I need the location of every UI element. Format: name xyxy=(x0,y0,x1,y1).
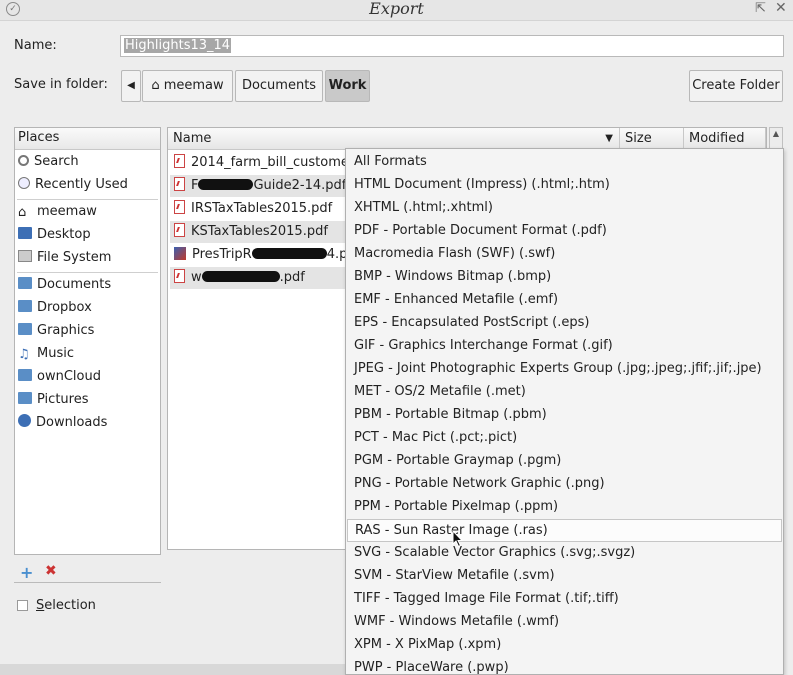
name-value: Highlights13_14 xyxy=(124,38,232,53)
name-label: Name: xyxy=(14,38,57,53)
camera-icon xyxy=(18,392,32,404)
close-icon[interactable]: ✕ xyxy=(775,0,787,16)
name-input[interactable]: Highlights13_14 xyxy=(120,35,784,57)
redaction-mark xyxy=(251,248,327,259)
selection-label: Selection xyxy=(36,598,96,613)
pdf-file-icon xyxy=(174,177,185,191)
image-file-icon xyxy=(174,247,186,260)
format-option[interactable]: EPS - Encapsulated PostScript (.eps) xyxy=(346,311,783,334)
format-option[interactable]: PDF - Portable Document Format (.pdf) xyxy=(346,219,783,242)
place-owncloud[interactable]: ownCloud xyxy=(18,367,158,387)
folder-icon xyxy=(18,369,32,381)
status-strip xyxy=(0,664,345,675)
format-option[interactable]: Macromedia Flash (SWF) (.swf) xyxy=(346,242,783,265)
folder-icon xyxy=(18,277,32,289)
format-option[interactable]: PGM - Portable Graymap (.pgm) xyxy=(346,449,783,472)
format-option[interactable]: PCT - Mac Pict (.pct;.pict) xyxy=(346,426,783,449)
format-option[interactable]: PBM - Portable Bitmap (.pbm) xyxy=(346,403,783,426)
crumb-label: meemaw xyxy=(163,78,224,93)
crumb-meemaw[interactable]: ⌂ meemaw xyxy=(142,70,233,102)
file-type-dropdown-list[interactable]: All Formats HTML Document (Impress) (.ht… xyxy=(345,148,784,675)
format-option[interactable]: PNG - Portable Network Graphic (.png) xyxy=(346,472,783,495)
format-option[interactable]: BMP - Windows Bitmap (.bmp) xyxy=(346,265,783,288)
desktop-icon xyxy=(18,227,32,239)
search-icon xyxy=(18,155,29,166)
format-option[interactable]: GIF - Graphics Interchange Format (.gif) xyxy=(346,334,783,357)
clock-icon xyxy=(18,177,30,189)
format-option[interactable]: HTML Document (Impress) (.html;.htm) xyxy=(346,173,783,196)
scroll-up-button[interactable]: ▲ xyxy=(769,127,783,149)
format-option[interactable]: XPM - X PixMap (.xpm) xyxy=(346,633,783,656)
format-option-hovered[interactable]: RAS - Sun Raster Image (.ras) xyxy=(347,519,782,542)
place-downloads[interactable]: Downloads xyxy=(18,413,158,433)
format-option[interactable]: WMF - Windows Metafile (.wmf) xyxy=(346,610,783,633)
format-option[interactable]: MET - OS/2 Metafile (.met) xyxy=(346,380,783,403)
place-music[interactable]: ♫ Music xyxy=(18,344,158,364)
column-header-size[interactable]: Size xyxy=(620,128,684,150)
divider xyxy=(14,582,161,583)
place-desktop[interactable]: Desktop xyxy=(18,225,158,245)
folder-icon xyxy=(18,323,32,335)
remove-place-icon[interactable]: ✖ xyxy=(45,563,57,579)
home-icon: ⌂ xyxy=(151,78,160,93)
music-icon: ♫ xyxy=(18,347,30,362)
pdf-file-icon xyxy=(174,269,185,283)
place-search[interactable]: Search xyxy=(18,152,158,172)
crumb-work[interactable]: Work xyxy=(325,70,370,102)
create-folder-button[interactable]: Create Folder xyxy=(689,70,783,102)
place-meemaw[interactable]: ⌂ meemaw xyxy=(18,202,158,222)
crumb-documents[interactable]: Documents xyxy=(235,70,323,102)
sort-down-icon: ▼ xyxy=(605,133,613,144)
format-option[interactable]: PPM - Portable Pixelmap (.ppm) xyxy=(346,495,783,518)
selection-checkbox[interactable] xyxy=(17,600,28,611)
back-arrow-button[interactable]: ◀ xyxy=(121,70,141,102)
places-header[interactable]: Places xyxy=(15,128,160,150)
format-option[interactable]: JPEG - Joint Photographic Experts Group … xyxy=(346,357,783,380)
place-file-system[interactable]: File System xyxy=(18,248,158,268)
pdf-file-icon xyxy=(174,200,185,214)
format-option[interactable]: All Formats xyxy=(346,150,783,173)
place-dropbox[interactable]: Dropbox xyxy=(18,298,158,318)
places-separator xyxy=(17,199,158,200)
home-icon: ⌂ xyxy=(18,205,27,220)
window-title: Export xyxy=(369,0,424,18)
place-documents[interactable]: Documents xyxy=(18,275,158,295)
drive-icon xyxy=(18,250,32,262)
format-option[interactable]: PWP - PlaceWare (.pwp) xyxy=(346,656,783,674)
format-option[interactable]: SVG - Scalable Vector Graphics (.svg;.sv… xyxy=(346,541,783,564)
pdf-file-icon xyxy=(174,154,185,168)
format-option[interactable]: TIFF - Tagged Image File Format (.tif;.t… xyxy=(346,587,783,610)
save-in-label: Save in folder: xyxy=(14,77,108,92)
add-place-icon[interactable]: + xyxy=(20,563,33,582)
column-header-modified[interactable]: Modified xyxy=(684,128,766,150)
column-header-name[interactable]: Name ▼ xyxy=(168,128,620,150)
redaction-mark xyxy=(198,179,254,190)
format-option[interactable]: SVM - StarView Metafile (.svm) xyxy=(346,564,783,587)
place-graphics[interactable]: Graphics xyxy=(18,321,158,341)
places-separator xyxy=(17,272,158,273)
restore-icon[interactable]: ⇱ xyxy=(755,1,766,16)
pdf-file-icon xyxy=(174,223,185,237)
folder-icon xyxy=(18,300,32,312)
place-pictures[interactable]: Pictures xyxy=(18,390,158,410)
place-recently-used[interactable]: Recently Used xyxy=(18,175,158,195)
download-icon xyxy=(18,414,31,427)
places-panel: Places Search Recently Used ⌂ meemaw Desk… xyxy=(14,127,161,555)
redaction-mark xyxy=(201,271,280,282)
format-option[interactable]: EMF - Enhanced Metafile (.emf) xyxy=(346,288,783,311)
mouse-pointer-icon xyxy=(452,530,464,548)
format-option[interactable]: XHTML (.html;.xhtml) xyxy=(346,196,783,219)
